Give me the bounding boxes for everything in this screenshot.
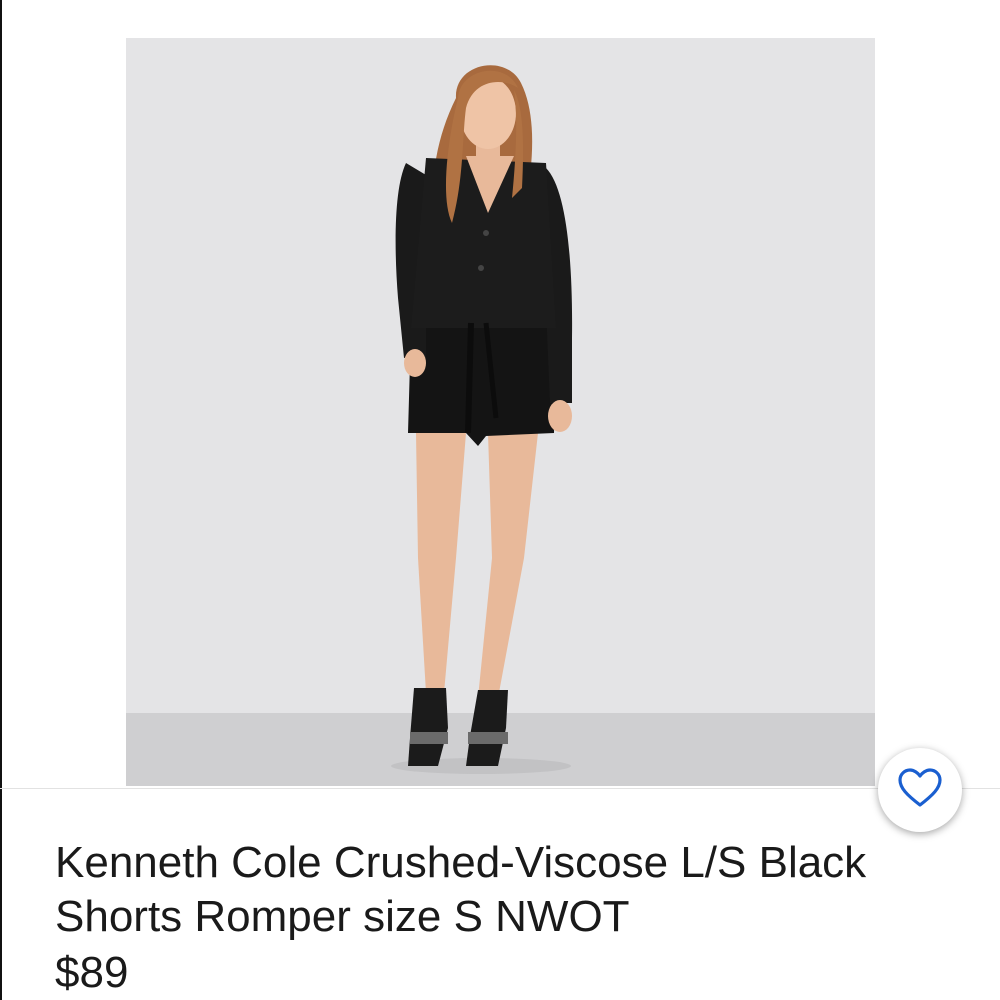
watch-button[interactable] [878,748,962,832]
listing-title: Kenneth Cole Crushed-Viscose L/S Black S… [55,838,867,941]
listing-price: $89 [55,948,129,997]
section-divider [0,788,1000,789]
product-image[interactable] [126,38,875,786]
listing-page: Kenneth Cole Crushed-Viscose L/S Black S… [0,0,1000,1000]
heart-icon [897,767,943,814]
left-border [0,0,2,1000]
